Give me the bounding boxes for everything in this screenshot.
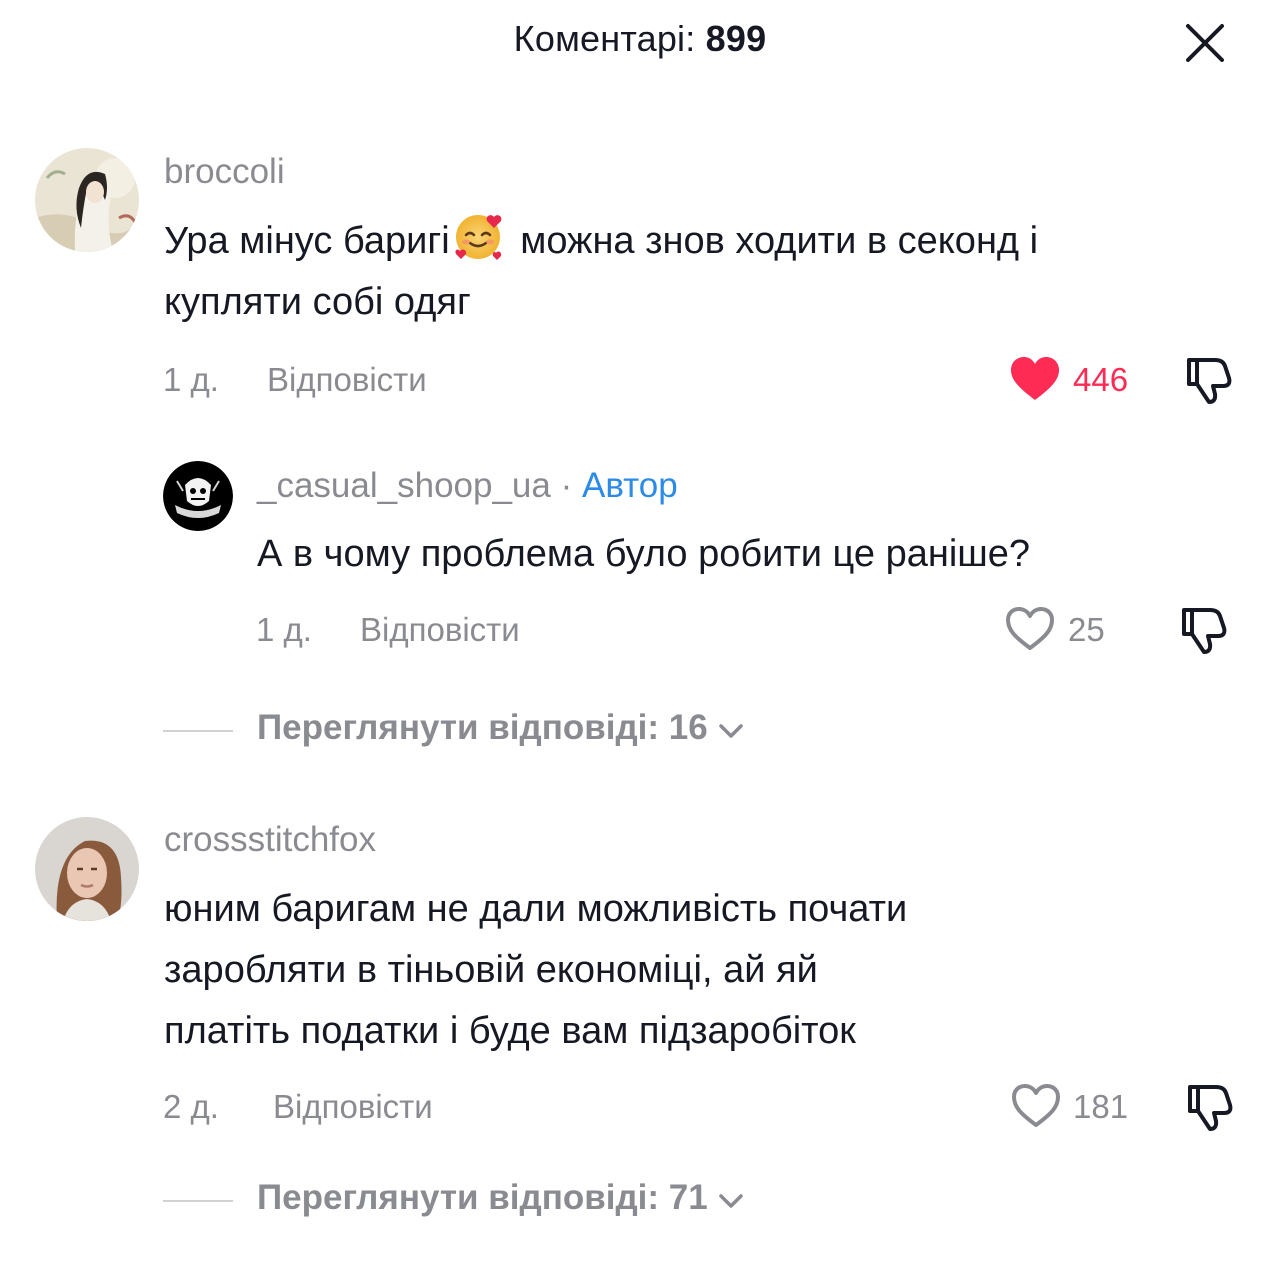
comment-text-part: Ура мінус баригі	[164, 220, 450, 262]
author-badge: Автор	[581, 466, 678, 505]
reply-time: 1 д.	[256, 611, 312, 648]
thumbs-down-icon[interactable]	[1184, 1081, 1236, 1133]
heart-outline-icon[interactable]	[1004, 606, 1056, 652]
like-count: 25	[1068, 611, 1105, 648]
reply-username-line: _casual_shoop_ua · Автор	[257, 466, 678, 506]
comments-title-prefix: Коментарі:	[513, 18, 696, 59]
view-replies-button[interactable]: Переглянути відповіді: 16	[163, 708, 763, 752]
divider-line	[163, 730, 233, 732]
divider-line	[163, 1200, 233, 1202]
view-replies-button[interactable]: Переглянути відповіді: 71	[163, 1178, 763, 1222]
reply-button[interactable]: Відповісти	[360, 611, 520, 649]
view-replies-label: Переглянути відповіді: 16	[257, 708, 708, 747]
close-icon[interactable]	[1182, 20, 1228, 66]
comments-title: Коментарі: 899	[0, 18, 1280, 60]
reply-button[interactable]: Відповісти	[267, 361, 427, 399]
reply-username[interactable]: _casual_shoop_ua	[257, 466, 551, 505]
view-replies-label: Переглянути відповіді: 71	[257, 1178, 708, 1217]
heart-outline-icon[interactable]	[1010, 1083, 1062, 1129]
comment-time: 1 д.	[163, 361, 219, 398]
reply-text: А в чому проблема було робити це раніше?	[257, 533, 1031, 575]
smiling-face-with-hearts-icon	[455, 215, 502, 260]
avatar[interactable]	[35, 817, 139, 921]
comment-username[interactable]: crossstitchfox	[164, 820, 376, 860]
comments-count: 899	[705, 18, 767, 59]
thumbs-down-icon[interactable]	[1183, 354, 1235, 406]
separator-dot: ·	[550, 466, 582, 505]
thumbs-down-icon[interactable]	[1178, 604, 1230, 656]
avatar[interactable]	[35, 148, 139, 252]
avatar[interactable]	[163, 461, 233, 531]
comment-text: Ура мінус баригі можна знов ходити в сек…	[164, 211, 1038, 333]
comments-sheet: Коментарі: 899 broccoli Ура мінус баригі	[0, 0, 1280, 1262]
like-count: 446	[1073, 361, 1129, 398]
like-count: 181	[1073, 1088, 1129, 1125]
comment-text-line: платіть податки і буде вам підзаробіток	[164, 1010, 856, 1052]
chevron-down-icon	[719, 724, 743, 738]
comment-text-line: заробляти в тіньовій економіці, ай яй	[164, 949, 818, 991]
comment-text: юним баригам не дали можливість почати з…	[164, 879, 907, 1062]
comment-username[interactable]: broccoli	[164, 152, 285, 192]
reply-button[interactable]: Відповісти	[273, 1088, 433, 1126]
heart-filled-icon[interactable]	[1009, 356, 1061, 402]
comment-text-part: можна знов ходити в секонд і	[509, 220, 1039, 262]
comment-text-line: юним баригам не дали можливість почати	[164, 888, 908, 930]
comment-time: 2 д.	[163, 1088, 219, 1125]
chevron-down-icon	[719, 1194, 743, 1208]
comment-text-line: купляти собі одяг	[164, 281, 471, 323]
